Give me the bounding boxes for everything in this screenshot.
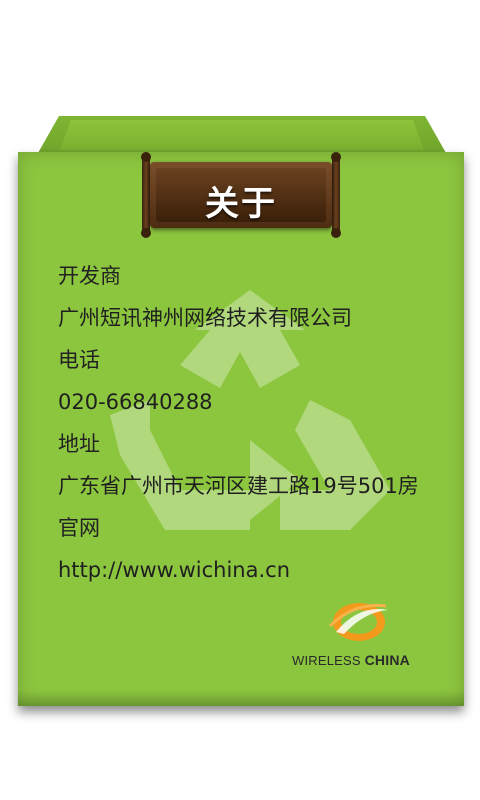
logo-text-light: WIRELESS bbox=[292, 653, 365, 668]
title-banner: 关于 bbox=[138, 152, 344, 238]
info-list: 开发商 广州短讯神州网络技术有限公司 电话 020-66840288 地址 广东… bbox=[58, 260, 448, 596]
phone-value[interactable]: 020-66840288 bbox=[58, 386, 448, 428]
address-label: 地址 bbox=[58, 432, 100, 456]
page-title: 关于 bbox=[205, 184, 277, 224]
wireless-china-logo-icon bbox=[328, 603, 388, 641]
developer-label: 开发商 bbox=[58, 264, 121, 288]
website-link[interactable]: http://www.wichina.cn bbox=[58, 554, 448, 596]
developer-value: 广州短讯神州网络技术有限公司 bbox=[58, 306, 352, 330]
address-value: 广东省广州市天河区建工路19号501房 bbox=[58, 474, 419, 498]
banner-knob bbox=[141, 152, 151, 162]
logo-text: WIRELESS CHINA bbox=[292, 652, 432, 668]
wireless-china-logo: WIRELESS CHINA bbox=[292, 600, 424, 676]
phone-label: 电话 bbox=[58, 348, 100, 372]
banner-knob bbox=[331, 228, 341, 238]
banner-knob bbox=[141, 228, 151, 238]
website-label: 官网 bbox=[58, 516, 100, 540]
box-top-inner bbox=[60, 120, 424, 150]
banner-knob bbox=[331, 152, 341, 162]
logo-text-bold: CHINA bbox=[364, 652, 410, 668]
box-bottom-shade bbox=[18, 690, 464, 706]
